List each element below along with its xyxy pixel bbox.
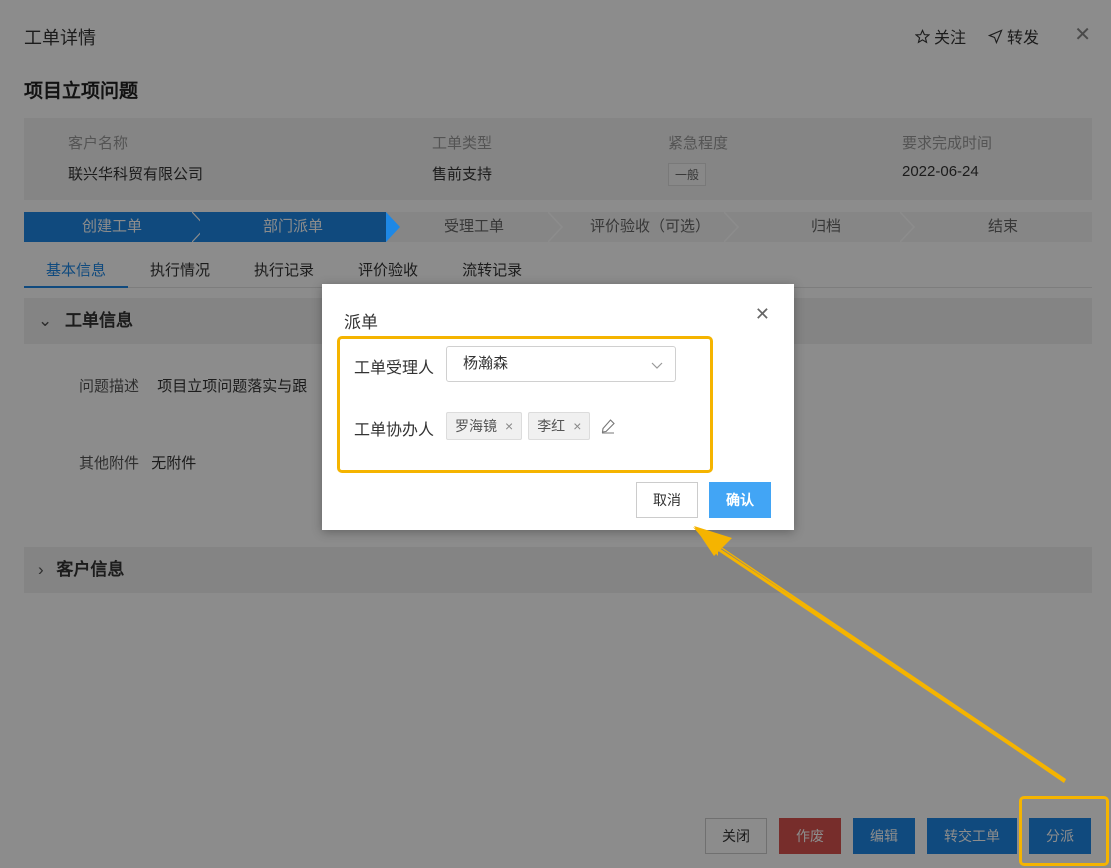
close-icon[interactable]: ✕ <box>755 304 770 325</box>
modal-title: 派单 <box>344 313 378 332</box>
confirm-button[interactable]: 确认 <box>709 482 771 518</box>
cancel-button[interactable]: 取消 <box>636 482 698 518</box>
highlight-box-modal-fields <box>337 336 713 473</box>
highlight-box-dispatch <box>1019 796 1109 866</box>
